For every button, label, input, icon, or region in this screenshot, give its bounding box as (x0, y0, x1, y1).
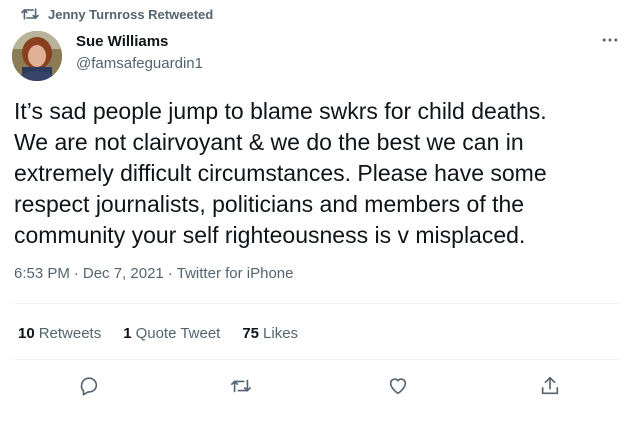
likes-label: Likes (263, 325, 299, 342)
meta-separator: · (73, 265, 79, 282)
retweet-icon (231, 379, 251, 393)
divider (14, 303, 620, 304)
tweet-text: It’s sad people jump to blame swkrs for … (14, 98, 547, 248)
retweets-stat[interactable]: 10 Retweets (18, 324, 101, 344)
quotes-label: Quote Tweet (135, 325, 221, 342)
author-info: Sue Williams @famsafeguardin1 (76, 32, 203, 74)
action-bar (0, 374, 634, 398)
likes-count: 75 (242, 325, 260, 342)
tweet-time[interactable]: 6:53 PM (14, 265, 70, 282)
share-button[interactable] (538, 374, 562, 398)
retweet-banner-text: Jenny Turnross Retweeted (48, 6, 214, 22)
tweet-source[interactable]: Twitter for iPhone (177, 265, 294, 282)
tweet-meta: 6:53 PM · Dec 7, 2021 · Twitter for iPhone (14, 264, 293, 284)
quote-tweets-stat[interactable]: 1 Quote Tweet (123, 324, 220, 344)
retweet-icon (20, 6, 40, 22)
quotes-count: 1 (123, 325, 132, 342)
like-button[interactable] (386, 374, 410, 398)
more-dots-icon (602, 38, 618, 42)
reply-icon (80, 377, 98, 396)
retweet-button[interactable] (229, 374, 253, 398)
tweet-date[interactable]: Dec 7, 2021 (83, 265, 164, 282)
avatar-photo (12, 31, 62, 81)
like-heart-icon (389, 378, 407, 395)
more-button[interactable] (598, 28, 622, 52)
retweets-count: 10 (18, 325, 35, 342)
likes-stat[interactable]: 75 Likes (242, 324, 298, 344)
reply-button[interactable] (77, 374, 101, 398)
avatar[interactable] (12, 31, 62, 81)
divider (14, 359, 620, 360)
display-name[interactable]: Sue Williams (76, 32, 203, 52)
share-icon (541, 376, 559, 395)
tweet-stats: 10 Retweets 1 Quote Tweet 75 Likes (18, 324, 320, 344)
handle[interactable]: @famsafeguardin1 (76, 54, 203, 74)
retweet-banner[interactable]: Jenny Turnross Retweeted (20, 4, 213, 24)
meta-separator: · (167, 265, 173, 282)
retweets-label: Retweets (38, 325, 102, 342)
